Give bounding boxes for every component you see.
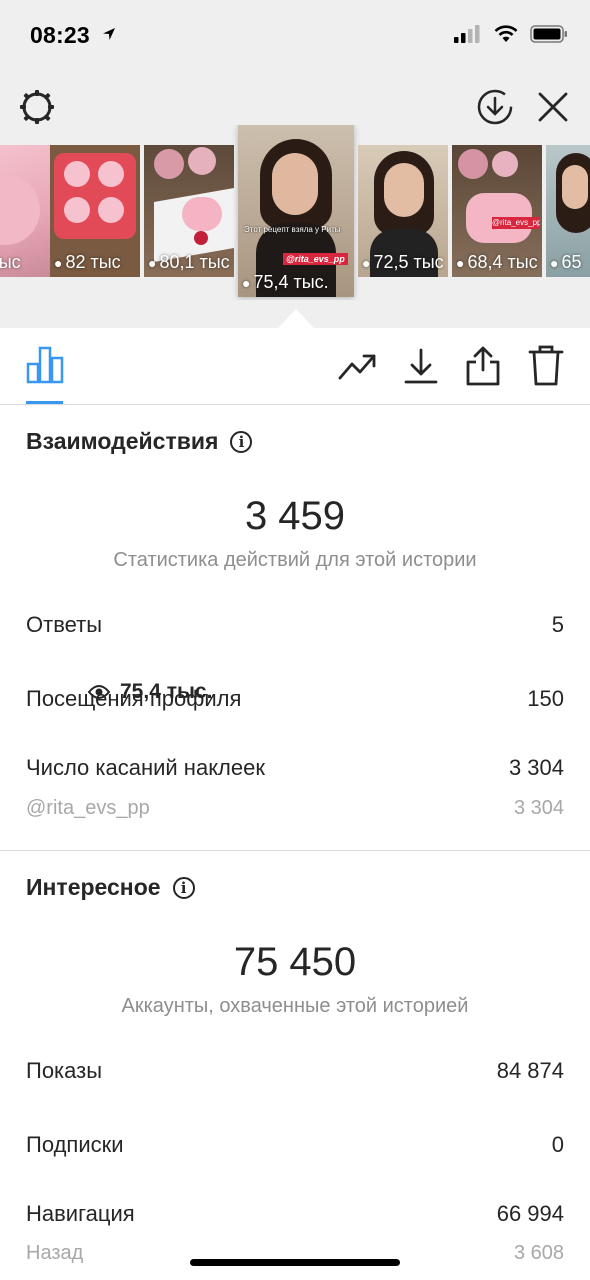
metric-row-follows: Подписки 0 [26, 1132, 564, 1158]
section-title-text: Интересное [26, 874, 161, 900]
interactions-section-title: Взаимодействия i [26, 428, 253, 455]
eye-icon: ● [148, 254, 157, 271]
metric-label: Показы [26, 1058, 103, 1083]
metric-value: 3 304 [508, 755, 564, 780]
metric-label: @rita_evs_pp [26, 797, 150, 819]
metric-row-replies: Ответы 5 [26, 612, 564, 638]
story-thumb[interactable]: ● 72,5 тыс [358, 145, 448, 277]
location-arrow-icon [103, 28, 115, 40]
settings-gear-icon[interactable] [18, 88, 56, 126]
section-title-text: Взаимодействия [26, 428, 219, 454]
eye-icon: ● [362, 254, 371, 271]
metric-value: 3 608 [513, 1242, 564, 1264]
interactions-total: 3 459 [244, 494, 346, 538]
metric-value: 150 [527, 686, 564, 711]
story-views: 82 тыс [65, 252, 121, 272]
close-icon[interactable] [536, 90, 570, 124]
discovery-caption: Аккаунты, охваченные этой историей [121, 995, 469, 1017]
metric-label: Ответы [26, 612, 103, 637]
share-icon[interactable] [464, 344, 502, 386]
signal-icon [454, 25, 480, 43]
download-circle-icon[interactable] [476, 88, 514, 126]
story-views: 80,1 тыс [159, 252, 230, 272]
story-views: 5 тыс [0, 252, 21, 272]
mention-sticker: @rita_evs_pp [283, 253, 348, 265]
metric-value: 3 304 [513, 797, 564, 819]
home-indicator[interactable] [190, 1259, 400, 1266]
story-views: 68,4 тыс [467, 252, 538, 272]
story-toolbar: 75,4 тыс. [0, 328, 590, 703]
eye-icon: ● [550, 254, 559, 271]
interactions-caption: Статистика действий для этой истории [113, 549, 477, 571]
battery-icon [530, 25, 567, 43]
story-caption: Этот рецепт взяла у Риты [244, 225, 341, 234]
bar-chart-icon[interactable] [26, 346, 64, 384]
story-thumb[interactable]: @rita_evs_pp ● 68,4 тыс [452, 145, 542, 277]
metric-row-impressions: Показы 84 874 [26, 1058, 564, 1084]
stories-strip[interactable]: ●5 тыс ●82 тыс ●80,1 тыс Этот рецепт взя… [0, 125, 590, 300]
metric-value: 66 994 [496, 1201, 564, 1226]
story-thumb[interactable]: ● 82 тыс [50, 145, 140, 277]
info-icon[interactable]: i [172, 876, 195, 899]
discovery-total: 75 450 [233, 940, 357, 984]
story-thumb[interactable]: ● 80,1 тыс [144, 145, 234, 277]
story-views: 72,5 тыс [373, 252, 444, 272]
eye-icon: ● [242, 274, 251, 291]
status-time: 08:23 [30, 22, 90, 48]
download-icon[interactable] [402, 346, 440, 386]
mention-sticker: @rita_evs_pp [492, 217, 540, 229]
story-views: 65 [561, 252, 582, 272]
selected-story-pointer [278, 309, 314, 328]
trash-icon[interactable] [528, 344, 564, 386]
metric-row-sticker-taps: Число касаний наклеек 3 304 [26, 755, 564, 781]
trending-up-icon[interactable] [338, 348, 378, 384]
metric-value: 5 [551, 612, 564, 637]
metric-value: 0 [551, 1132, 564, 1157]
metric-label: Подписки [26, 1132, 124, 1157]
metric-row-profile-visits: Посещения профиля 150 [26, 686, 564, 712]
active-tab-indicator [26, 401, 63, 404]
section-divider [0, 850, 590, 851]
eye-icon: ● [54, 254, 63, 271]
metric-label: Число касаний наклеек [26, 755, 265, 780]
discovery-section-title: Интересное i [26, 874, 195, 901]
eye-icon: ● [456, 254, 465, 271]
metric-label: Посещения профиля [26, 686, 242, 711]
metric-label: Навигация [26, 1201, 135, 1226]
metric-row-navigation: Навигация 66 994 [26, 1201, 564, 1227]
story-thumb-selected[interactable]: Этот рецепт взяла у Риты @rita_evs_pp ● 7… [238, 125, 354, 297]
story-thumb[interactable]: ●5 тыс [0, 145, 50, 277]
story-thumb[interactable]: ● 65 [546, 145, 590, 277]
wifi-icon [494, 25, 518, 42]
metric-label: Назад [26, 1242, 84, 1264]
info-icon[interactable]: i [230, 430, 253, 453]
story-views: 75,4 тыс. [253, 272, 329, 292]
metric-value: 84 874 [496, 1058, 564, 1083]
metric-subrow-mention: @rita_evs_pp 3 304 [26, 797, 564, 820]
status-bar: 08:23 [0, 0, 590, 70]
